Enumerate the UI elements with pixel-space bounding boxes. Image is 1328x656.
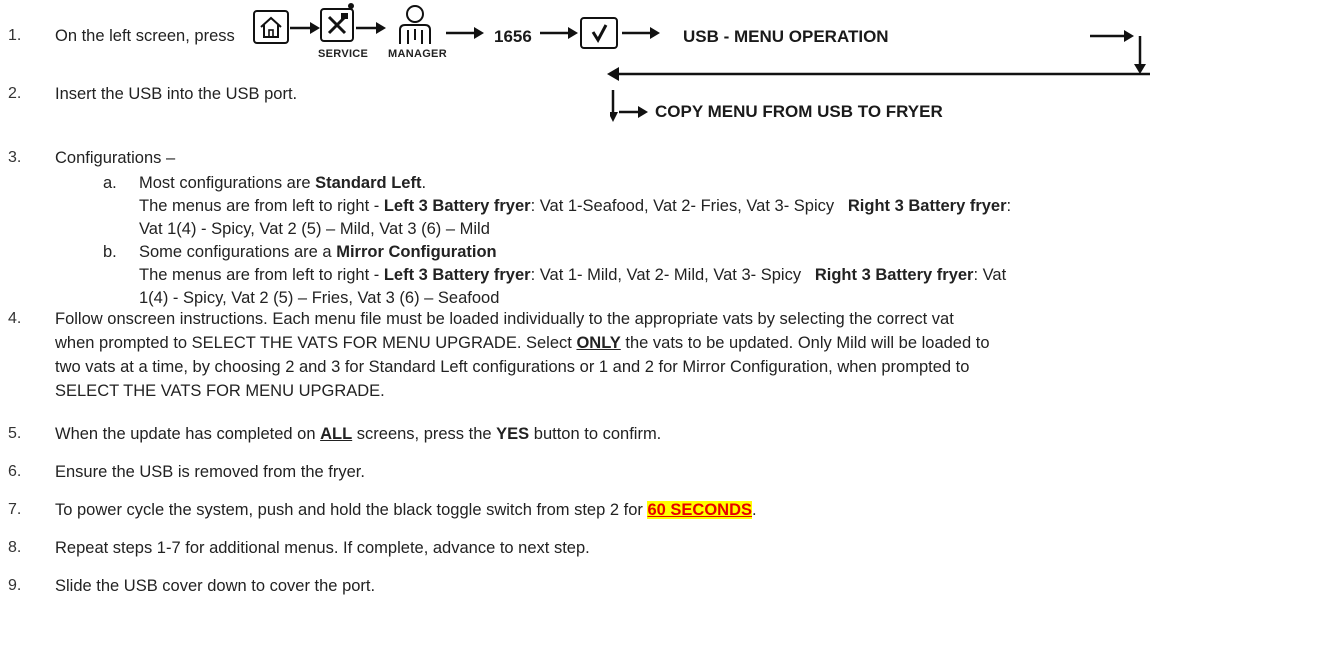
step-3-text: Configurations – [55, 149, 176, 167]
step-number: 6. [8, 463, 22, 480]
arrow-right-icon [622, 27, 660, 39]
copy-menu-from-usb: COPY MENU FROM USB TO FRYER [655, 102, 943, 121]
step-4-line-4: SELECT THE VATS FOR MENU UPGRADE. [55, 382, 385, 400]
substep-letter: b. [103, 243, 117, 261]
check-icon[interactable] [580, 17, 618, 49]
step-6-text: Ensure the USB is removed from the fryer… [55, 463, 365, 481]
service-tools-icon[interactable] [320, 3, 354, 42]
step-4-line-2: when prompted to SELECT THE VATS FOR MEN… [55, 334, 990, 352]
code-1656: 1656 [494, 27, 532, 46]
step-4-line-3: two vats at a time, by choosing 2 and 3 … [55, 358, 970, 376]
arrow-right-icon [540, 27, 578, 39]
home-icon[interactable] [253, 10, 289, 44]
sixty-seconds-highlight: 60 SECONDS [647, 501, 753, 519]
step-8-text: Repeat steps 1-7 for additional menus. I… [55, 539, 590, 557]
service-label: SERVICE [318, 48, 369, 60]
arrow-right-icon [356, 22, 386, 34]
substep-a-line-1: Most configurations are Standard Left. [139, 174, 427, 192]
substep-a-line-2: The menus are from left to right - Left … [139, 197, 1012, 215]
step-number: 9. [8, 577, 22, 594]
substep-b-line-2: The menus are from left to right - Left … [139, 266, 1007, 284]
step-9-text: Slide the USB cover down to cover the po… [55, 577, 376, 595]
step-4-line-1: Follow onscreen instructions. Each menu … [55, 310, 954, 328]
step-number: 1. [8, 27, 22, 44]
step-number: 3. [8, 149, 22, 166]
arrow-right-icon [290, 22, 320, 34]
arrow-down-right-icon [610, 90, 648, 122]
step-number: 5. [8, 425, 22, 442]
step-number: 7. [8, 501, 22, 518]
substep-letter: a. [103, 174, 117, 192]
step-5-text: When the update has completed on ALL scr… [55, 425, 662, 443]
substep-b-line-1: Some configurations are a Mirror Configu… [139, 243, 497, 261]
manager-icon[interactable] [394, 4, 438, 46]
manager-label: MANAGER [388, 48, 447, 60]
step-number: 4. [8, 310, 22, 327]
arrow-left-icon [607, 67, 1150, 81]
usb-menu-operation: USB - MENU OPERATION [683, 27, 889, 46]
step-7-text: To power cycle the system, push and hold… [55, 501, 757, 519]
step-number: 8. [8, 539, 22, 556]
step-1-text: On the left screen, press [55, 27, 235, 45]
step-2-text: Insert the USB into the USB port. [55, 85, 298, 103]
arrow-right-icon [446, 27, 484, 39]
substep-a-line-3: Vat 1(4) - Spicy, Vat 2 (5) – Mild, Vat … [139, 220, 490, 238]
step-number: 2. [8, 85, 22, 102]
